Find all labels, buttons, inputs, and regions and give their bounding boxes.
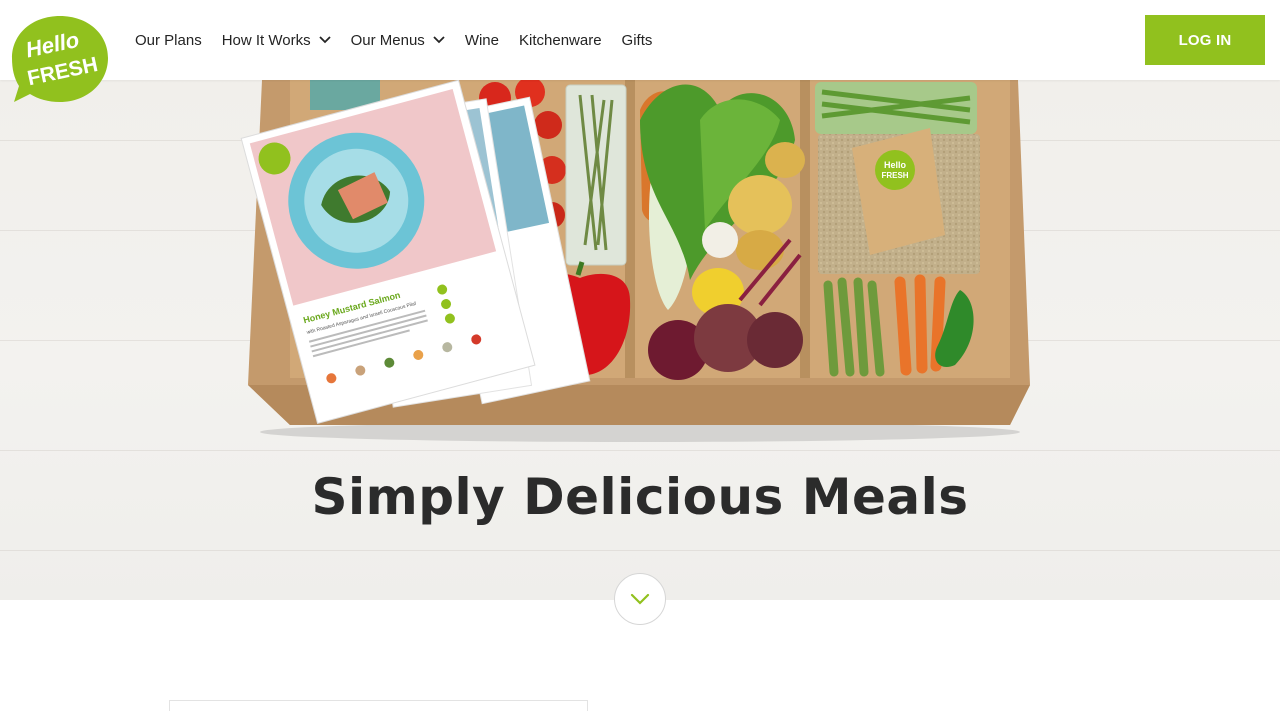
content-card <box>169 700 588 711</box>
chevron-down-icon <box>630 593 650 605</box>
main-nav: Our Plans How It Works Our Menus Wine Ki… <box>135 0 672 80</box>
nav-kitchenware[interactable]: Kitchenware <box>519 0 602 80</box>
nav-label: Wine <box>464 31 499 49</box>
nav-label: Our Menus <box>350 31 425 49</box>
nav-our-plans[interactable]: Our Plans <box>135 0 202 80</box>
svg-text:Hello: Hello <box>884 160 907 170</box>
chevron-down-icon <box>318 36 331 44</box>
chevron-down-icon <box>433 36 445 44</box>
nav-label: Kitchenware <box>519 31 602 49</box>
scroll-down-button[interactable] <box>614 573 666 625</box>
nav-our-menus[interactable]: Our Menus <box>351 0 445 80</box>
nav-label: How It Works <box>221 31 311 49</box>
nav-label: Gifts <box>621 31 653 49</box>
nav-label: Our Plans <box>135 31 202 49</box>
login-button[interactable]: LOG IN <box>1145 15 1265 65</box>
hero-section: Hello FRESH Honey Mustard Salmon with Ro… <box>0 80 1280 600</box>
svg-text:FRESH: FRESH <box>881 171 908 180</box>
nav-wine[interactable]: Wine <box>465 0 499 80</box>
nav-gifts[interactable]: Gifts <box>622 0 653 80</box>
nav-how-it-works[interactable]: How It Works <box>222 0 331 80</box>
hero-title: Simply Delicious Meals <box>311 468 969 526</box>
hellofresh-logo[interactable]: Hello FRESH <box>10 14 110 106</box>
site-header: Hello FRESH Our Plans How It Works Our M… <box>0 0 1280 102</box>
